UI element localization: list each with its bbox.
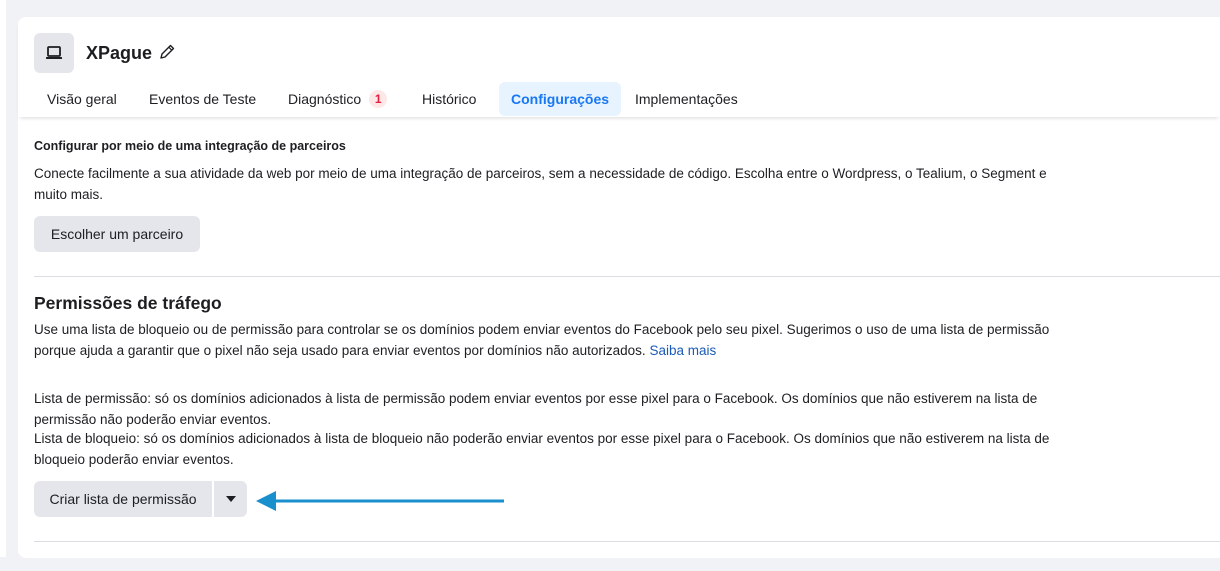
tab-test-events[interactable]: Eventos de Teste — [137, 82, 268, 116]
tab-history[interactable]: Histórico — [410, 82, 488, 116]
bottom-divider — [34, 541, 1220, 542]
pixel-title: XPague — [86, 43, 153, 63]
caret-down-icon — [225, 496, 236, 502]
tab-label: Visão geral — [47, 91, 117, 107]
choose-partner-button[interactable]: Escolher um parceiro — [34, 216, 200, 252]
traffic-permissions-heading: Permissões de tráfego — [34, 293, 222, 313]
pixel-header: XPague Visão geral Eventos de Teste Diag… — [18, 17, 1220, 117]
learn-more-link[interactable]: Saiba mais — [649, 343, 716, 358]
tab-label: Histórico — [422, 91, 477, 107]
create-allowlist-button[interactable]: Criar lista de permissão — [34, 481, 212, 517]
tab-label: Diagnóstico — [288, 91, 362, 107]
tab-overview[interactable]: Visão geral — [35, 82, 129, 116]
app-icon-container — [34, 33, 74, 73]
annotation-arrow — [256, 491, 504, 511]
pencil-icon[interactable] — [158, 43, 176, 61]
pixel-settings-card: Configurar por meio de uma integração de… — [18, 17, 1220, 558]
tab-label: Configurações — [511, 91, 610, 107]
allowlist-explanation: Lista de permissão: só os domínios adici… — [34, 391, 1038, 427]
laptop-icon — [46, 46, 62, 59]
traffic-permissions-description: Use uma lista de bloqueio ou de permissã… — [34, 320, 1069, 361]
partner-integration-description: Conecte facilmente a sua atividade da we… — [34, 166, 1047, 202]
partner-integration-heading: Configurar por meio de uma integração de… — [34, 139, 346, 153]
diagnostics-badge: 1 — [369, 90, 388, 108]
traffic-description-text: Use uma lista de bloqueio ou de permissã… — [34, 322, 1050, 358]
tab-implementations[interactable]: Implementações — [623, 82, 750, 116]
left-panel-edge — [0, 0, 6, 557]
tab-label: Eventos de Teste — [149, 91, 257, 107]
tab-label: Implementações — [635, 91, 738, 107]
section-divider — [34, 276, 1220, 277]
tab-settings[interactable]: Configurações — [499, 82, 622, 116]
tab-diagnostics[interactable]: Diagnóstico 1 — [276, 82, 399, 116]
list-type-dropdown-button[interactable] — [214, 481, 247, 517]
blocklist-explanation: Lista de bloqueio: só os domínios adicio… — [34, 431, 1050, 467]
